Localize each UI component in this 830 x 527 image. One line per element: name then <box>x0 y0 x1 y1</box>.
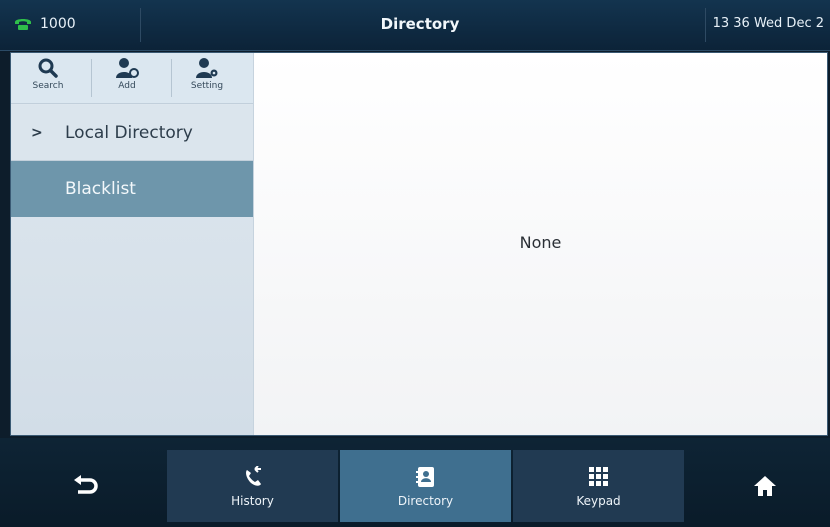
search-button[interactable]: Search <box>13 56 83 100</box>
directory-content-pane: None <box>254 53 827 435</box>
directory-toolbar: Search Add Setting <box>11 53 253 104</box>
tab-history[interactable]: History <box>167 450 338 522</box>
line-number: 1000 <box>40 16 76 32</box>
add-contact-icon <box>114 56 140 80</box>
phone-screen: 1000 Directory 13 36 Wed Dec 2 Search Ad… <box>0 0 830 527</box>
contacts-book-icon <box>413 464 439 490</box>
content-frame: Search Add Setting > Local Directory Bla… <box>10 52 828 436</box>
sidebar: Search Add Setting > Local Directory Bla… <box>11 53 254 435</box>
date-time: 13 36 Wed Dec 2 <box>712 16 824 31</box>
setting-button[interactable]: Setting <box>172 56 242 100</box>
page-title: Directory <box>380 15 460 33</box>
phone-handset-icon <box>12 16 34 32</box>
tab-directory[interactable]: Directory <box>340 450 511 522</box>
tab-history-label: History <box>231 494 274 508</box>
tab-keypad[interactable]: Keypad <box>513 450 684 522</box>
chevron-right-icon: > <box>31 124 43 141</box>
call-history-icon <box>240 464 266 490</box>
sidebar-item-label: Local Directory <box>65 122 193 143</box>
contact-setting-icon <box>194 56 220 80</box>
search-label: Search <box>32 81 64 91</box>
tab-directory-label: Directory <box>397 494 454 508</box>
back-arrow-icon <box>72 473 98 499</box>
tab-keypad-label: Keypad <box>576 494 621 508</box>
sidebar-item-blacklist[interactable]: Blacklist <box>11 161 253 217</box>
sidebar-item-local-directory[interactable]: > Local Directory <box>11 105 253 161</box>
status-bar: 1000 Directory 13 36 Wed Dec 2 <box>0 0 830 51</box>
bottom-nav-bar: History Directory Keypad <box>0 438 830 527</box>
empty-list-message: None <box>519 233 562 252</box>
keypad-icon <box>586 464 612 490</box>
setting-label: Setting <box>190 81 224 91</box>
home-icon <box>752 473 778 499</box>
status-divider <box>140 8 141 42</box>
add-contact-button[interactable]: Add <box>92 56 162 100</box>
home-button[interactable] <box>720 450 810 522</box>
search-icon <box>35 56 61 80</box>
sidebar-item-label: Blacklist <box>65 179 136 199</box>
line-status[interactable]: 1000 <box>12 12 76 36</box>
status-divider <box>705 8 706 42</box>
add-label: Add <box>118 81 136 91</box>
back-button[interactable] <box>40 450 130 522</box>
